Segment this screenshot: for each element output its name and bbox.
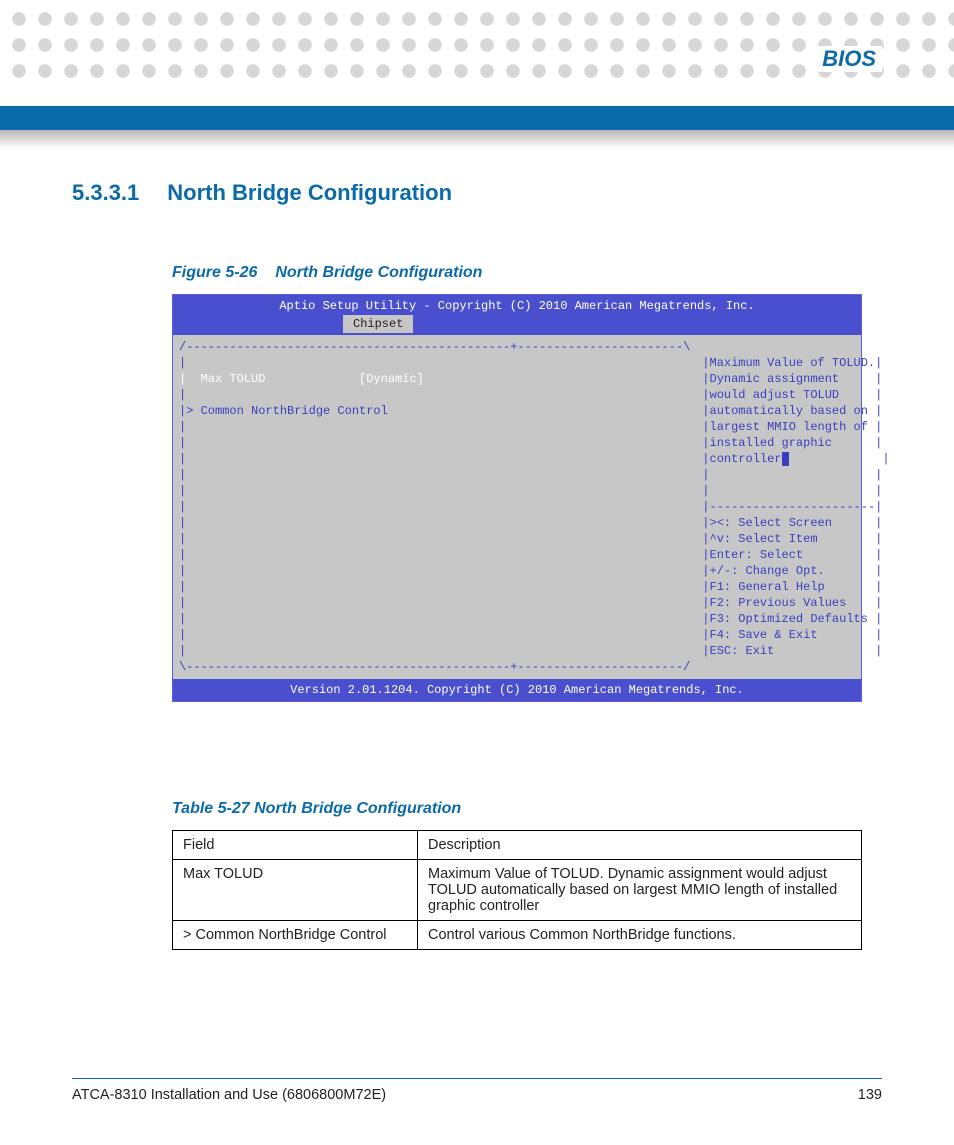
figure-caption: Figure 5-26 North Bridge Configuration [172,264,882,282]
table-row: > Common NorthBridge Control Control var… [173,921,862,950]
header-shadow [0,130,954,148]
figure-label: Figure 5-26 [172,264,257,281]
table-cell: Control various Common NorthBridge funct… [418,921,862,950]
header-pattern [0,0,954,78]
bios-help-pane: |Maximum Value of TOLUD.| |Dynamic assig… [696,335,895,679]
section-heading: 5.3.3.1 North Bridge Configuration [72,180,882,206]
bios-screenshot: Aptio Setup Utility - Copyright (C) 2010… [172,294,862,702]
bios-left-pane: /---------------------------------------… [173,335,696,679]
table-row: Max TOLUD Maximum Value of TOLUD. Dynami… [173,860,862,921]
table-cell: > Common NorthBridge Control [173,921,418,950]
section-title: North Bridge Configuration [167,180,452,206]
bios-item-max-tolud: | Max TOLUD [Dynamic] [179,372,510,386]
page-content: 5.3.3.1 North Bridge Configuration Figur… [72,180,882,950]
bios-footer: Version 2.01.1204. Copyright (C) 2010 Am… [173,679,861,701]
table-header-description: Description [418,831,862,860]
header-bar [0,106,954,130]
table-caption: Table 5-27 North Bridge Configuration [172,800,882,818]
bios-cursor: X [782,452,789,466]
table-cell: Max TOLUD [173,860,418,921]
bios-tab-chipset: Chipset [343,315,413,333]
bios-header: Aptio Setup Utility - Copyright (C) 2010… [173,295,861,315]
config-table: Field Description Max TOLUD Maximum Valu… [172,830,862,950]
bios-tab-row: Chipset [173,315,861,335]
table-header-field: Field [173,831,418,860]
footer-doc-title: ATCA-8310 Installation and Use (6806800M… [72,1087,386,1103]
section-number: 5.3.3.1 [72,180,139,206]
page-footer: ATCA-8310 Installation and Use (6806800M… [72,1078,882,1103]
table-area: Table 5-27 North Bridge Configuration Fi… [172,800,882,950]
footer-page-number: 139 [858,1087,882,1103]
figure-title: North Bridge Configuration [275,264,482,281]
bios-body: /---------------------------------------… [173,335,861,679]
chapter-title: BIOS [816,46,882,72]
table-row: Field Description [173,831,862,860]
bios-item-northbridge: |> Common NorthBridge Control [179,404,510,418]
table-cell: Maximum Value of TOLUD. Dynamic assignme… [418,860,862,921]
